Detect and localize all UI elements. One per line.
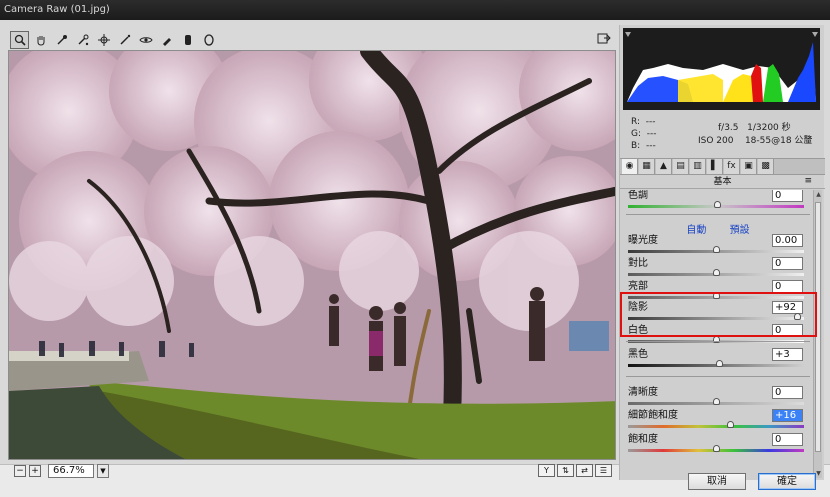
color-sampler-tool[interactable] [73, 31, 92, 49]
cherry-blossom-photo [9, 51, 615, 459]
exposure-control: 曝光度 0.00 [626, 234, 810, 255]
zoom-dropdown-button[interactable]: ▼ [97, 464, 109, 478]
exposure-value-field[interactable]: 0.00 [772, 234, 803, 247]
blacks-label: 黑色 [628, 349, 648, 360]
tab-effects[interactable]: fx [724, 159, 740, 174]
ok-button[interactable]: 確定 [758, 473, 816, 490]
tab-hsl[interactable]: ▤ [673, 159, 689, 174]
chevron-down-icon: ▼ [100, 467, 106, 475]
hand-tool[interactable] [31, 31, 50, 49]
photo-preview[interactable] [8, 50, 616, 460]
clarity-value-field[interactable]: 0 [772, 386, 803, 399]
toolbar [10, 29, 615, 51]
tab-presets[interactable]: ▩ [758, 159, 774, 174]
adjustment-brush-tool[interactable] [157, 31, 176, 49]
image-info: R: --- G: --- B: --- f/3.5 1/3200 秒 ISO … [623, 114, 820, 156]
target-icon [97, 34, 110, 46]
clarity-label: 清晰度 [628, 387, 658, 398]
adjustment-brush-icon [162, 38, 171, 46]
brush-icon [119, 34, 130, 45]
graduated-filter-icon [184, 35, 191, 45]
vibrance-value-field[interactable]: +16 [772, 409, 803, 422]
graduated-filter-tool[interactable] [178, 31, 197, 49]
vibrance-label: 細節飽和度 [628, 410, 678, 421]
main-area: − + 66.7% ▼ Y ⇅ ⇄ ☰ R: --- G: --- B: ---… [0, 20, 830, 480]
tab-split-toning[interactable]: ▥ [690, 159, 706, 174]
contrast-label: 對比 [628, 258, 648, 269]
saturation-label: 飽和度 [628, 434, 658, 445]
section-title: 基本 [620, 176, 825, 189]
radial-filter-tool[interactable] [199, 31, 218, 49]
divider [626, 214, 810, 215]
exif-readout: f/3.5 1/3200 秒 ISO 200 18-55@18 公釐 [698, 123, 813, 146]
window-title: Camera Raw (01.jpg) [0, 0, 830, 20]
spot-removal-tool[interactable] [115, 31, 134, 49]
blacks-slider-thumb[interactable] [715, 360, 723, 367]
contrast-value-field[interactable]: 0 [772, 257, 803, 270]
copy-settings-button[interactable]: ⇄ [576, 464, 593, 477]
blacks-control: 黑色 +3 [626, 348, 810, 369]
tab-tone-curve[interactable]: ▦ [639, 159, 655, 174]
view-buttons: Y ⇅ ⇄ ☰ [538, 464, 612, 477]
white-balance-tool[interactable] [52, 31, 71, 49]
red-eye-tool[interactable] [136, 31, 155, 49]
shadows-highlight-box [620, 292, 817, 337]
color-sampler-icon [78, 34, 88, 46]
radial-filter-icon [203, 34, 214, 46]
zoom-icon [14, 34, 26, 46]
zoom-in-button[interactable]: + [29, 465, 41, 477]
histogram [623, 28, 820, 110]
vibrance-slider-thumb[interactable] [727, 421, 735, 428]
blacks-value-field[interactable]: +3 [772, 348, 803, 361]
rgb-readout: R: --- G: --- B: --- [631, 117, 657, 151]
adjustments-panel: R: --- G: --- B: --- f/3.5 1/3200 秒 ISO … [619, 25, 825, 480]
tab-lens-corrections[interactable]: ▌ [707, 159, 723, 174]
zoom-level-field[interactable]: 66.7% [48, 464, 94, 478]
before-after-toggle-button[interactable]: Y [538, 464, 555, 477]
eye-icon [138, 37, 153, 43]
scroll-up-icon[interactable]: ▲ [814, 190, 823, 199]
contrast-slider-thumb[interactable] [713, 269, 720, 276]
vibrance-track[interactable] [628, 425, 804, 428]
targeted-adjustment-tool[interactable] [94, 31, 113, 49]
divider [626, 376, 810, 377]
exposure-label: 曝光度 [628, 235, 658, 246]
tab-basic[interactable]: ◉ [622, 159, 638, 174]
vibrance-control: 細節飽和度 +16 [626, 409, 810, 430]
zoom-out-button[interactable]: − [14, 465, 26, 477]
tab-detail[interactable]: ▲ [656, 159, 672, 174]
saturation-value-field[interactable]: 0 [772, 433, 803, 446]
clarity-slider-thumb[interactable] [713, 398, 720, 405]
swap-settings-button[interactable]: ⇅ [557, 464, 574, 477]
saturation-slider-thumb[interactable] [713, 445, 720, 452]
tint-slider-thumb[interactable] [714, 201, 721, 208]
tint-label: 色調 [628, 190, 648, 201]
clarity-control: 清晰度 0 [626, 386, 810, 407]
cancel-button[interactable]: 取消 [688, 473, 746, 490]
eyedropper-icon [57, 35, 67, 45]
panel-menu-icon[interactable]: ≡ [804, 176, 812, 186]
open-preferences-button[interactable] [594, 29, 614, 47]
saturation-control: 飽和度 0 [626, 433, 810, 454]
zoom-tool[interactable] [10, 31, 29, 49]
hand-icon [37, 36, 44, 46]
tab-camera-calibration[interactable]: ▣ [741, 159, 757, 174]
exposure-slider-thumb[interactable] [713, 246, 720, 253]
preview-settings-button[interactable]: ☰ [595, 464, 612, 477]
contrast-control: 對比 0 [626, 257, 810, 278]
export-icon [597, 33, 611, 44]
tint-value-field[interactable]: 0 [772, 190, 803, 202]
panel-tabs: ◉ ▦ ▲ ▤ ▥ ▌ fx ▣ ▩ [620, 158, 825, 175]
divider [626, 341, 810, 342]
status-bar: − + 66.7% ▼ Y ⇅ ⇄ ☰ [8, 462, 616, 480]
tint-control: 色調 0 [626, 190, 810, 210]
